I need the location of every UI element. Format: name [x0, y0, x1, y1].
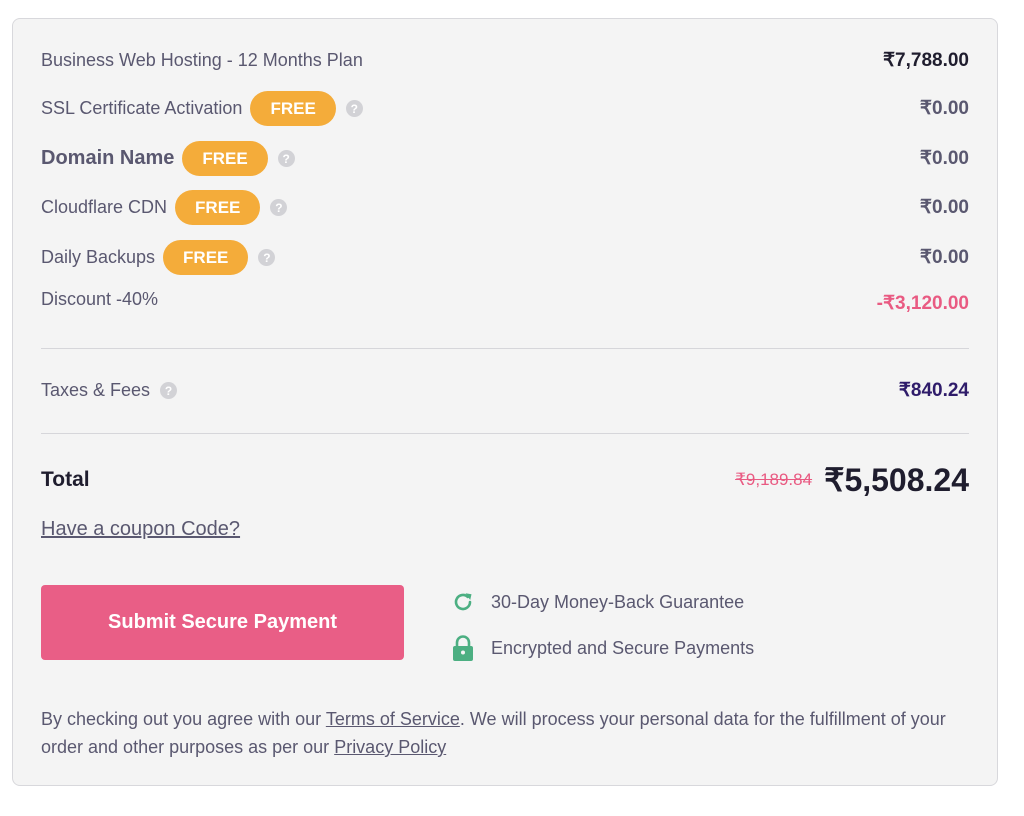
- line-item-domain: Domain Name FREE ? ₹0.00: [41, 141, 969, 176]
- help-icon[interactable]: ?: [160, 382, 178, 399]
- divider: [41, 348, 969, 349]
- free-badge: FREE: [182, 141, 268, 176]
- line-item-amount: ₹0.00: [919, 197, 969, 218]
- line-item-discount: Discount -40% -₹3,120.00: [41, 289, 969, 315]
- taxes-label: Taxes & Fees: [41, 380, 151, 400]
- line-item-amount: ₹0.00: [919, 148, 969, 169]
- line-item-ssl: SSL Certificate Activation FREE ? ₹0.00: [41, 91, 969, 126]
- help-icon[interactable]: ?: [270, 199, 288, 216]
- free-badge: FREE: [163, 240, 249, 275]
- line-item-hosting: Business Web Hosting - 12 Months Plan ₹7…: [41, 49, 969, 72]
- refresh-icon: [451, 589, 475, 615]
- divider: [41, 433, 969, 434]
- total-price: ₹5,508.24: [824, 462, 969, 498]
- privacy-policy-link[interactable]: Privacy Policy: [334, 737, 446, 757]
- help-icon[interactable]: ?: [258, 249, 276, 266]
- original-price: ₹9,189.84: [735, 470, 813, 489]
- lock-icon: [451, 635, 475, 661]
- submit-payment-button[interactable]: Submit Secure Payment: [41, 585, 404, 660]
- taxes-row: Taxes & Fees ? ₹840.24: [41, 379, 969, 402]
- line-item-label: Domain Name: [41, 147, 175, 169]
- feature-money-back: 30-Day Money-Back Guarantee: [451, 589, 744, 615]
- line-item-backups: Daily Backups FREE ? ₹0.00: [41, 240, 969, 275]
- total-label: Total: [41, 468, 90, 491]
- help-icon[interactable]: ?: [345, 100, 363, 117]
- line-item-label: Cloudflare CDN: [41, 197, 168, 217]
- terms-of-service-link[interactable]: Terms of Service: [326, 709, 460, 729]
- feature-secure-payments: Encrypted and Secure Payments: [451, 635, 754, 661]
- free-badge: FREE: [175, 190, 261, 225]
- taxes-amount: ₹840.24: [898, 380, 969, 401]
- line-item-cdn: Cloudflare CDN FREE ? ₹0.00: [41, 190, 969, 225]
- order-summary-card: Business Web Hosting - 12 Months Plan ₹7…: [12, 18, 998, 786]
- feature-text: Encrypted and Secure Payments: [491, 637, 755, 658]
- free-badge: FREE: [250, 91, 336, 126]
- line-item-amount: ₹7,788.00: [882, 50, 969, 71]
- line-item-amount: ₹0.00: [919, 247, 969, 268]
- line-item-label: Daily Backups: [41, 247, 156, 267]
- total-row: Total ₹9,189.84 ₹5,508.24: [41, 461, 969, 499]
- legal-text-part: By checking out you agree with our: [41, 709, 326, 729]
- line-item-label: Business Web Hosting - 12 Months Plan: [41, 50, 363, 70]
- line-item-label: Discount -40%: [41, 289, 159, 309]
- line-item-label: SSL Certificate Activation: [41, 98, 243, 118]
- help-icon[interactable]: ?: [277, 150, 295, 167]
- legal-text: By checking out you agree with our Terms…: [41, 705, 969, 761]
- coupon-link[interactable]: Have a coupon Code?: [41, 518, 240, 541]
- discount-amount: -₹3,120.00: [876, 293, 969, 314]
- feature-text: 30-Day Money-Back Guarantee: [491, 591, 745, 612]
- line-item-amount: ₹0.00: [919, 98, 969, 119]
